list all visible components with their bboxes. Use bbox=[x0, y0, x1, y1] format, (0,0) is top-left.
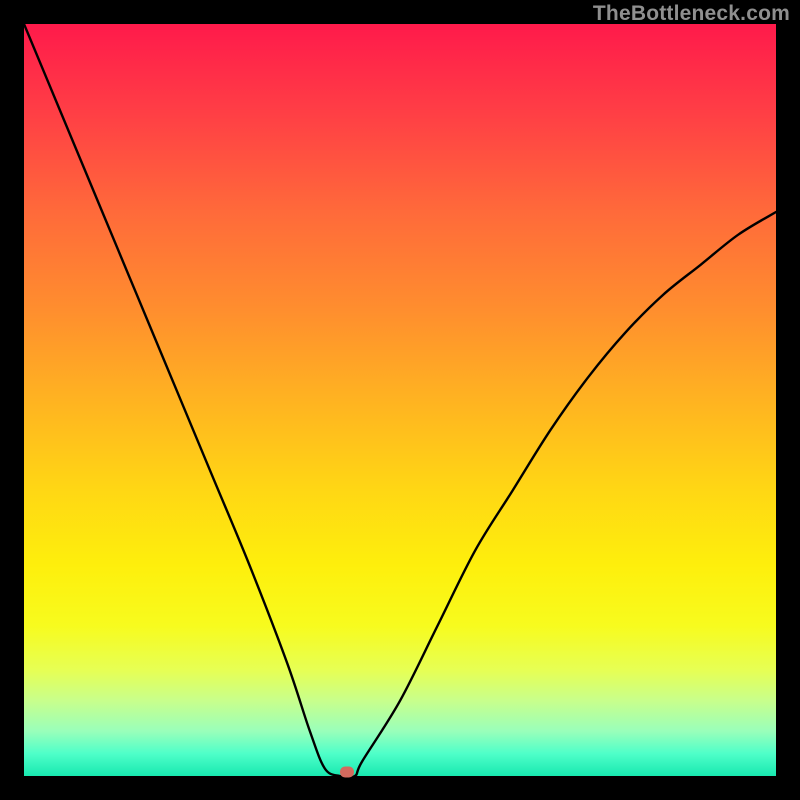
curve-svg bbox=[24, 24, 776, 776]
chart-frame: TheBottleneck.com bbox=[0, 0, 800, 800]
watermark-text: TheBottleneck.com bbox=[593, 2, 790, 26]
plot-area bbox=[24, 24, 776, 776]
bottleneck-curve bbox=[24, 24, 776, 776]
min-marker bbox=[340, 767, 354, 778]
